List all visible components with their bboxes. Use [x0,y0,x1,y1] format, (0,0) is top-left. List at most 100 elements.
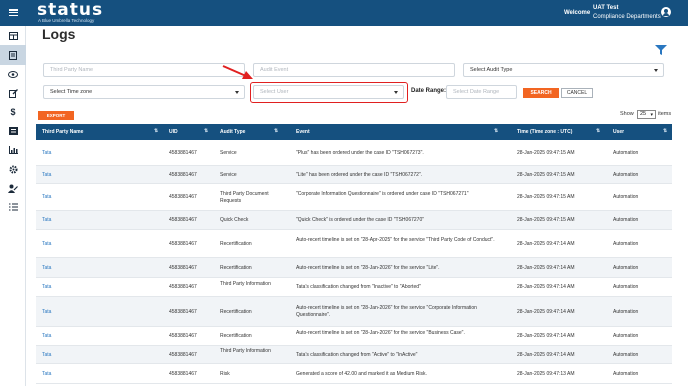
time-zone-select[interactable]: Select Time zone [43,85,245,99]
page-title: Logs [42,26,76,42]
table-cell: 28-Jan-2025 09:47:14 AM [517,352,575,358]
sort-icon[interactable]: ⇅ [596,128,600,134]
app-logo[interactable]: status [37,2,103,19]
table-cell: Automation [613,284,639,290]
table-cell: 4583881467 [169,241,197,247]
table-row: Tata 4583881467 Risk Generated a score of 4… [36,364,672,384]
sort-icon[interactable]: ⇅ [494,128,498,134]
welcome-text: Welcome [564,10,591,16]
list-icon[interactable] [0,121,26,141]
column-header[interactable]: Third Party Name [42,129,83,135]
table-cell: Automation [613,352,639,358]
table-row: Tata 4583881467 Recertification Auto-recert… [36,230,672,258]
third-party-link[interactable]: Tata [42,241,152,248]
export-button[interactable]: EXPORT [38,111,74,120]
table-cell: 4583881467 [169,371,197,377]
table-row: Tata 4583881467 Service "Lite" has been ord… [36,166,672,184]
table-row: Tata 4583881467 Third Party Document Reque… [36,184,672,211]
table-cell: Automation [613,333,639,339]
filter-icon[interactable] [655,45,667,55]
show-label: Show [620,111,634,117]
chart-icon[interactable] [0,140,26,160]
logo-tagline: A Blue Umbrella Technology [38,18,95,23]
table-cell: 4583881467 [169,309,197,315]
column-header[interactable]: User [613,129,624,135]
table-cell: Automation [613,241,639,247]
table-cell: "Quick Check" is ordered under the case … [296,217,424,223]
user-edit-icon[interactable] [0,178,26,198]
table-cell: 4583881467 [169,172,197,178]
sort-icon[interactable]: ⇅ [663,128,667,134]
table-cell: Auto-recert timeline is set on "28-Jan-2… [296,265,440,271]
eye-icon[interactable] [0,64,26,84]
sidebar: $ [0,26,26,386]
table-row: Tata 4583881467 Recertification Auto-recert… [36,258,672,278]
table-cell: Service [220,150,237,156]
audit-event-input[interactable]: Audit Event [253,63,455,77]
sort-icon[interactable]: ⇅ [274,128,278,134]
table-cell: 28-Jan-2025 09:47:14 AM [517,333,575,339]
page-size-value: 25 [640,111,647,117]
table-cell: Auto-recert timeline is set on "28-Apr-2… [296,237,495,243]
date-range-input[interactable]: Select Date Range [446,85,517,99]
table-cell: "Corporate Information Questionnaire" is… [296,191,469,197]
third-party-link[interactable]: Tata [42,265,152,272]
column-header[interactable]: Time (Time zone : UTC) [517,129,572,135]
column-header[interactable]: UID [169,129,178,135]
third-party-link[interactable]: Tata [42,309,152,316]
sort-icon[interactable]: ⇅ [154,128,158,134]
document-icon[interactable] [0,45,26,65]
table-icon[interactable] [0,26,26,46]
table-cell: 4583881467 [169,265,197,271]
menu-icon[interactable] [9,9,18,17]
third-party-link[interactable]: Tata [42,352,152,359]
table-cell: "Plus" has been ordered under the case I… [296,150,424,156]
table-cell: 28-Jan-2025 09:47:14 AM [517,284,575,290]
items-label: items [658,111,672,117]
column-header[interactable]: Event [296,129,310,135]
column-header[interactable]: Audit Type [220,129,245,135]
user-department: Compliance Departments [593,14,661,20]
table-cell: Tata's classification changed from "Acti… [296,352,418,358]
table-row: Tata 4583881467 Service "Plus" has been ord… [36,141,672,166]
page-size-select[interactable]: 25 ▾ [637,110,656,119]
sort-icon[interactable]: ⇅ [204,128,208,134]
gear-icon[interactable] [0,159,26,179]
third-party-link[interactable]: Tata [42,172,152,179]
table-cell: 4583881467 [169,284,197,290]
table-row: Tata 4583881467 Recertification Auto-recert… [36,297,672,327]
time-zone-value: Select Time zone [50,89,93,95]
dollar-icon[interactable]: $ [0,102,26,122]
top-bar: status A Blue Umbrella Technology Welcom… [0,0,688,26]
table-cell: Auto-recert timeline is set on "28-Jan-2… [296,305,477,318]
table-cell: 28-Jan-2025 09:47:15 AM [517,150,575,156]
table-cell: Automation [613,194,639,200]
table-row: Tata 4583881467 Third Party Information Tat… [36,346,672,364]
table-cell: 28-Jan-2025 09:47:15 AM [517,194,575,200]
third-party-link[interactable]: Tata [42,333,152,340]
table-cell: 4583881467 [169,217,197,223]
table-cell: "Lite" has been ordered under the case I… [296,172,423,178]
pointer-arrow-icon [222,65,253,79]
table-cell: 28-Jan-2025 09:47:14 AM [517,309,575,315]
checklist-icon[interactable] [0,197,26,217]
table-cell: 28-Jan-2025 09:47:15 AM [517,172,575,178]
table-cell: Third Party Document Requests [220,191,269,204]
table-row: Tata 4583881467 Recertification Auto-recert… [36,327,672,346]
highlight-box [250,82,408,103]
table-cell: Automation [613,150,639,156]
third-party-link[interactable]: Tata [42,217,152,224]
third-party-name-input[interactable]: Third Party Name [43,63,245,77]
search-button[interactable]: SEARCH [523,88,559,98]
table-header: Third Party Name ⇅ UID ⇅ Audit Type ⇅ Ev… [36,124,672,140]
third-party-link[interactable]: Tata [42,284,152,291]
cancel-button[interactable]: CANCEL [561,88,593,98]
edit-icon[interactable] [0,83,26,103]
third-party-link[interactable]: Tata [42,194,152,201]
third-party-link[interactable]: Tata [42,371,152,378]
third-party-link[interactable]: Tata [42,150,152,157]
user-avatar-icon[interactable] [661,7,671,17]
table-cell: Tata's classification changed from "Inac… [296,284,421,290]
table-cell: Third Party Information [220,281,271,287]
audit-type-select[interactable]: Select Audit Type [463,63,664,77]
